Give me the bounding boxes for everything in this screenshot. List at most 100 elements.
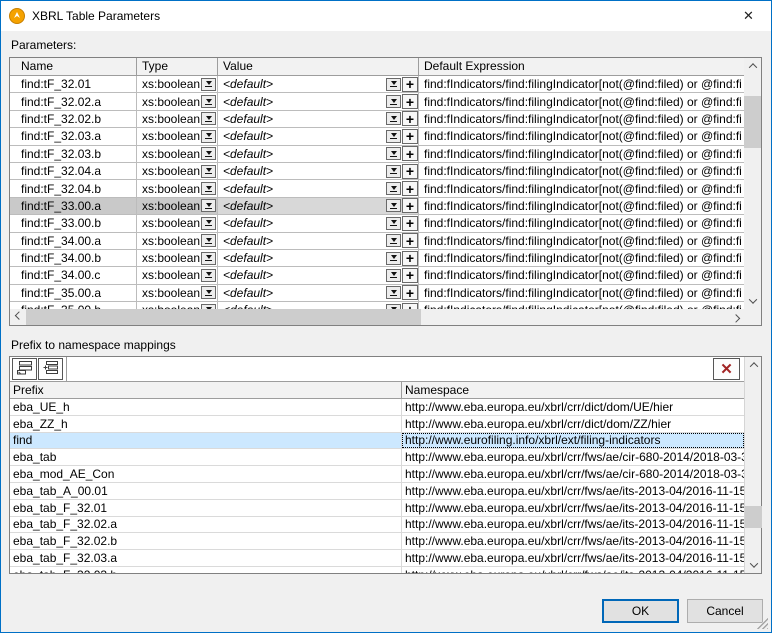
add-value-button[interactable]: + bbox=[402, 233, 418, 248]
type-dropdown-button[interactable] bbox=[201, 199, 216, 212]
value-dropdown-button[interactable] bbox=[386, 112, 401, 125]
param-value-combo[interactable]: <default>+ bbox=[218, 285, 419, 302]
param-value-combo[interactable]: <default>+ bbox=[218, 233, 419, 250]
param-value-combo[interactable]: <default>+ bbox=[218, 76, 419, 93]
param-type-combo[interactable]: xs:boolean bbox=[137, 302, 218, 309]
prefix-cell[interactable]: eba_tab bbox=[10, 449, 402, 465]
parameter-row[interactable]: find:tF_32.04.bxs:boolean<default>+find:… bbox=[10, 180, 744, 197]
prefix-cell[interactable]: eba_tab_A_00.01 bbox=[10, 483, 402, 499]
scroll-left-button[interactable] bbox=[10, 309, 27, 325]
namespace-cell[interactable]: http://www.eba.europa.eu/xbrl/crr/fws/ae… bbox=[402, 466, 744, 482]
value-dropdown-button[interactable] bbox=[386, 286, 401, 299]
prefix-cell[interactable]: eba_UE_h bbox=[10, 399, 402, 415]
value-dropdown-button[interactable] bbox=[386, 95, 401, 108]
close-button[interactable]: ✕ bbox=[726, 1, 771, 30]
delete-mapping-button[interactable]: ✕ bbox=[713, 358, 740, 380]
prefix-mapping-row[interactable]: eba_tab_F_32.03.bhttp://www.eba.europa.e… bbox=[10, 567, 744, 573]
type-dropdown-button[interactable] bbox=[201, 286, 216, 299]
parameter-row[interactable]: find:tF_34.00.bxs:boolean<default>+find:… bbox=[10, 250, 744, 267]
value-dropdown-button[interactable] bbox=[386, 269, 401, 282]
type-dropdown-button[interactable] bbox=[201, 165, 216, 178]
parameter-row[interactable]: find:tF_35.00.axs:boolean<default>+find:… bbox=[10, 285, 744, 302]
param-value-combo[interactable]: <default>+ bbox=[218, 146, 419, 163]
insert-row-button[interactable] bbox=[38, 358, 63, 380]
prefix-mapping-row[interactable]: eba_tab_F_32.02.bhttp://www.eba.europa.e… bbox=[10, 533, 744, 550]
param-type-combo[interactable]: xs:boolean bbox=[137, 180, 218, 197]
value-dropdown-button[interactable] bbox=[386, 234, 401, 247]
scroll-right-button[interactable] bbox=[727, 309, 744, 325]
parameters-horizontal-scrollbar[interactable] bbox=[10, 309, 744, 325]
vertical-scroll-thumb[interactable] bbox=[744, 96, 761, 148]
prefix-vertical-scrollbar[interactable] bbox=[744, 357, 761, 573]
parameter-row[interactable]: find:tF_32.04.axs:boolean<default>+find:… bbox=[10, 163, 744, 180]
param-value-combo[interactable]: <default>+ bbox=[218, 215, 419, 232]
namespace-cell[interactable]: http://www.eba.europa.eu/xbrl/crr/dict/d… bbox=[402, 399, 744, 415]
namespace-cell[interactable]: http://www.eba.europa.eu/xbrl/crr/fws/ae… bbox=[402, 517, 744, 533]
parameter-row[interactable]: find:tF_32.03.axs:boolean<default>+find:… bbox=[10, 128, 744, 145]
type-dropdown-button[interactable] bbox=[201, 112, 216, 125]
cancel-button[interactable]: Cancel bbox=[687, 599, 763, 623]
prefix-cell[interactable]: find bbox=[10, 433, 402, 449]
namespace-cell[interactable]: http://www.eba.europa.eu/xbrl/crr/fws/ae… bbox=[402, 483, 744, 499]
type-dropdown-button[interactable] bbox=[201, 252, 216, 265]
prefix-cell[interactable]: eba_tab_F_32.02.b bbox=[10, 533, 402, 549]
type-dropdown-button[interactable] bbox=[201, 269, 216, 282]
param-type-combo[interactable]: xs:boolean bbox=[137, 76, 218, 93]
param-type-combo[interactable]: xs:boolean bbox=[137, 163, 218, 180]
add-value-button[interactable]: + bbox=[402, 111, 418, 126]
prefix-mapping-row[interactable]: eba_tab_F_32.03.ahttp://www.eba.europa.e… bbox=[10, 550, 744, 567]
type-dropdown-button[interactable] bbox=[201, 217, 216, 230]
param-value-combo[interactable]: <default>+ bbox=[218, 250, 419, 267]
type-dropdown-button[interactable] bbox=[201, 182, 216, 195]
prefix-cell[interactable]: eba_tab_F_32.03.b bbox=[10, 567, 402, 573]
prefix-mapping-row[interactable]: findhttp://www.eurofiling.info/xbrl/ext/… bbox=[10, 433, 744, 450]
param-value-combo[interactable]: <default>+ bbox=[218, 111, 419, 128]
param-value-combo[interactable]: <default>+ bbox=[218, 93, 419, 110]
parameter-row[interactable]: find:tF_34.00.cxs:boolean<default>+find:… bbox=[10, 267, 744, 284]
parameter-row[interactable]: find:tF_33.00.bxs:boolean<default>+find:… bbox=[10, 215, 744, 232]
param-type-combo[interactable]: xs:boolean bbox=[137, 146, 218, 163]
prefix-cell[interactable]: eba_tab_F_32.03.a bbox=[10, 550, 402, 566]
title-bar[interactable]: XBRL Table Parameters ✕ bbox=[1, 1, 771, 31]
prefix-mapping-row[interactable]: eba_tab_A_00.01http://www.eba.europa.eu/… bbox=[10, 483, 744, 500]
parameter-row[interactable]: find:tF_32.03.bxs:boolean<default>+find:… bbox=[10, 146, 744, 163]
type-dropdown-button[interactable] bbox=[201, 130, 216, 143]
add-value-button[interactable]: + bbox=[402, 129, 418, 144]
prefix-mapping-row[interactable]: eba_UE_hhttp://www.eba.europa.eu/xbrl/cr… bbox=[10, 399, 744, 416]
param-type-combo[interactable]: xs:boolean bbox=[137, 250, 218, 267]
prefix-cell[interactable]: eba_tab_F_32.01 bbox=[10, 500, 402, 516]
add-value-button[interactable]: + bbox=[402, 285, 418, 300]
parameter-row[interactable]: find:tF_33.00.axs:boolean<default>+find:… bbox=[10, 198, 744, 215]
add-value-button[interactable]: + bbox=[402, 77, 418, 92]
prefix-mapping-row[interactable]: eba_mod_AE_Conhttp://www.eba.europa.eu/x… bbox=[10, 466, 744, 483]
param-value-combo[interactable]: <default>+ bbox=[218, 302, 419, 309]
namespace-cell[interactable]: http://www.eba.europa.eu/xbrl/crr/fws/ae… bbox=[402, 449, 744, 465]
namespace-cell[interactable]: http://www.eba.europa.eu/xbrl/crr/fws/ae… bbox=[402, 550, 744, 566]
prefix-mapping-row[interactable]: eba_tabhttp://www.eba.europa.eu/xbrl/crr… bbox=[10, 449, 744, 466]
param-value-combo[interactable]: <default>+ bbox=[218, 180, 419, 197]
prefix-cell[interactable]: eba_tab_F_32.02.a bbox=[10, 517, 402, 533]
param-type-combo[interactable]: xs:boolean bbox=[137, 267, 218, 284]
parameter-row[interactable]: find:tF_32.02.bxs:boolean<default>+find:… bbox=[10, 111, 744, 128]
add-value-button[interactable]: + bbox=[402, 164, 418, 179]
value-dropdown-button[interactable] bbox=[386, 199, 401, 212]
namespace-cell[interactable]: http://www.eba.europa.eu/xbrl/crr/fws/ae… bbox=[402, 567, 744, 573]
vertical-scroll-thumb[interactable] bbox=[745, 506, 762, 528]
param-type-combo[interactable]: xs:boolean bbox=[137, 285, 218, 302]
parameter-row[interactable]: find:tF_34.00.axs:boolean<default>+find:… bbox=[10, 233, 744, 250]
value-dropdown-button[interactable] bbox=[386, 130, 401, 143]
value-dropdown-button[interactable] bbox=[386, 182, 401, 195]
parameters-vertical-scrollbar[interactable] bbox=[744, 58, 761, 309]
horizontal-scroll-thumb[interactable] bbox=[26, 309, 421, 325]
add-value-button[interactable]: + bbox=[402, 216, 418, 231]
type-dropdown-button[interactable] bbox=[201, 234, 216, 247]
parameter-row[interactable]: find:tF_35.00.bxs:boolean<default>+find:… bbox=[10, 302, 744, 309]
type-dropdown-button[interactable] bbox=[201, 95, 216, 108]
type-dropdown-button[interactable] bbox=[201, 147, 216, 160]
add-value-button[interactable]: + bbox=[402, 251, 418, 266]
add-value-button[interactable]: + bbox=[402, 146, 418, 161]
namespace-cell[interactable]: http://www.eurofiling.info/xbrl/ext/fili… bbox=[402, 433, 744, 449]
param-value-combo[interactable]: <default>+ bbox=[218, 198, 419, 215]
append-row-button[interactable] bbox=[12, 358, 37, 380]
prefix-mapping-row[interactable]: eba_ZZ_hhttp://www.eba.europa.eu/xbrl/cr… bbox=[10, 416, 744, 433]
